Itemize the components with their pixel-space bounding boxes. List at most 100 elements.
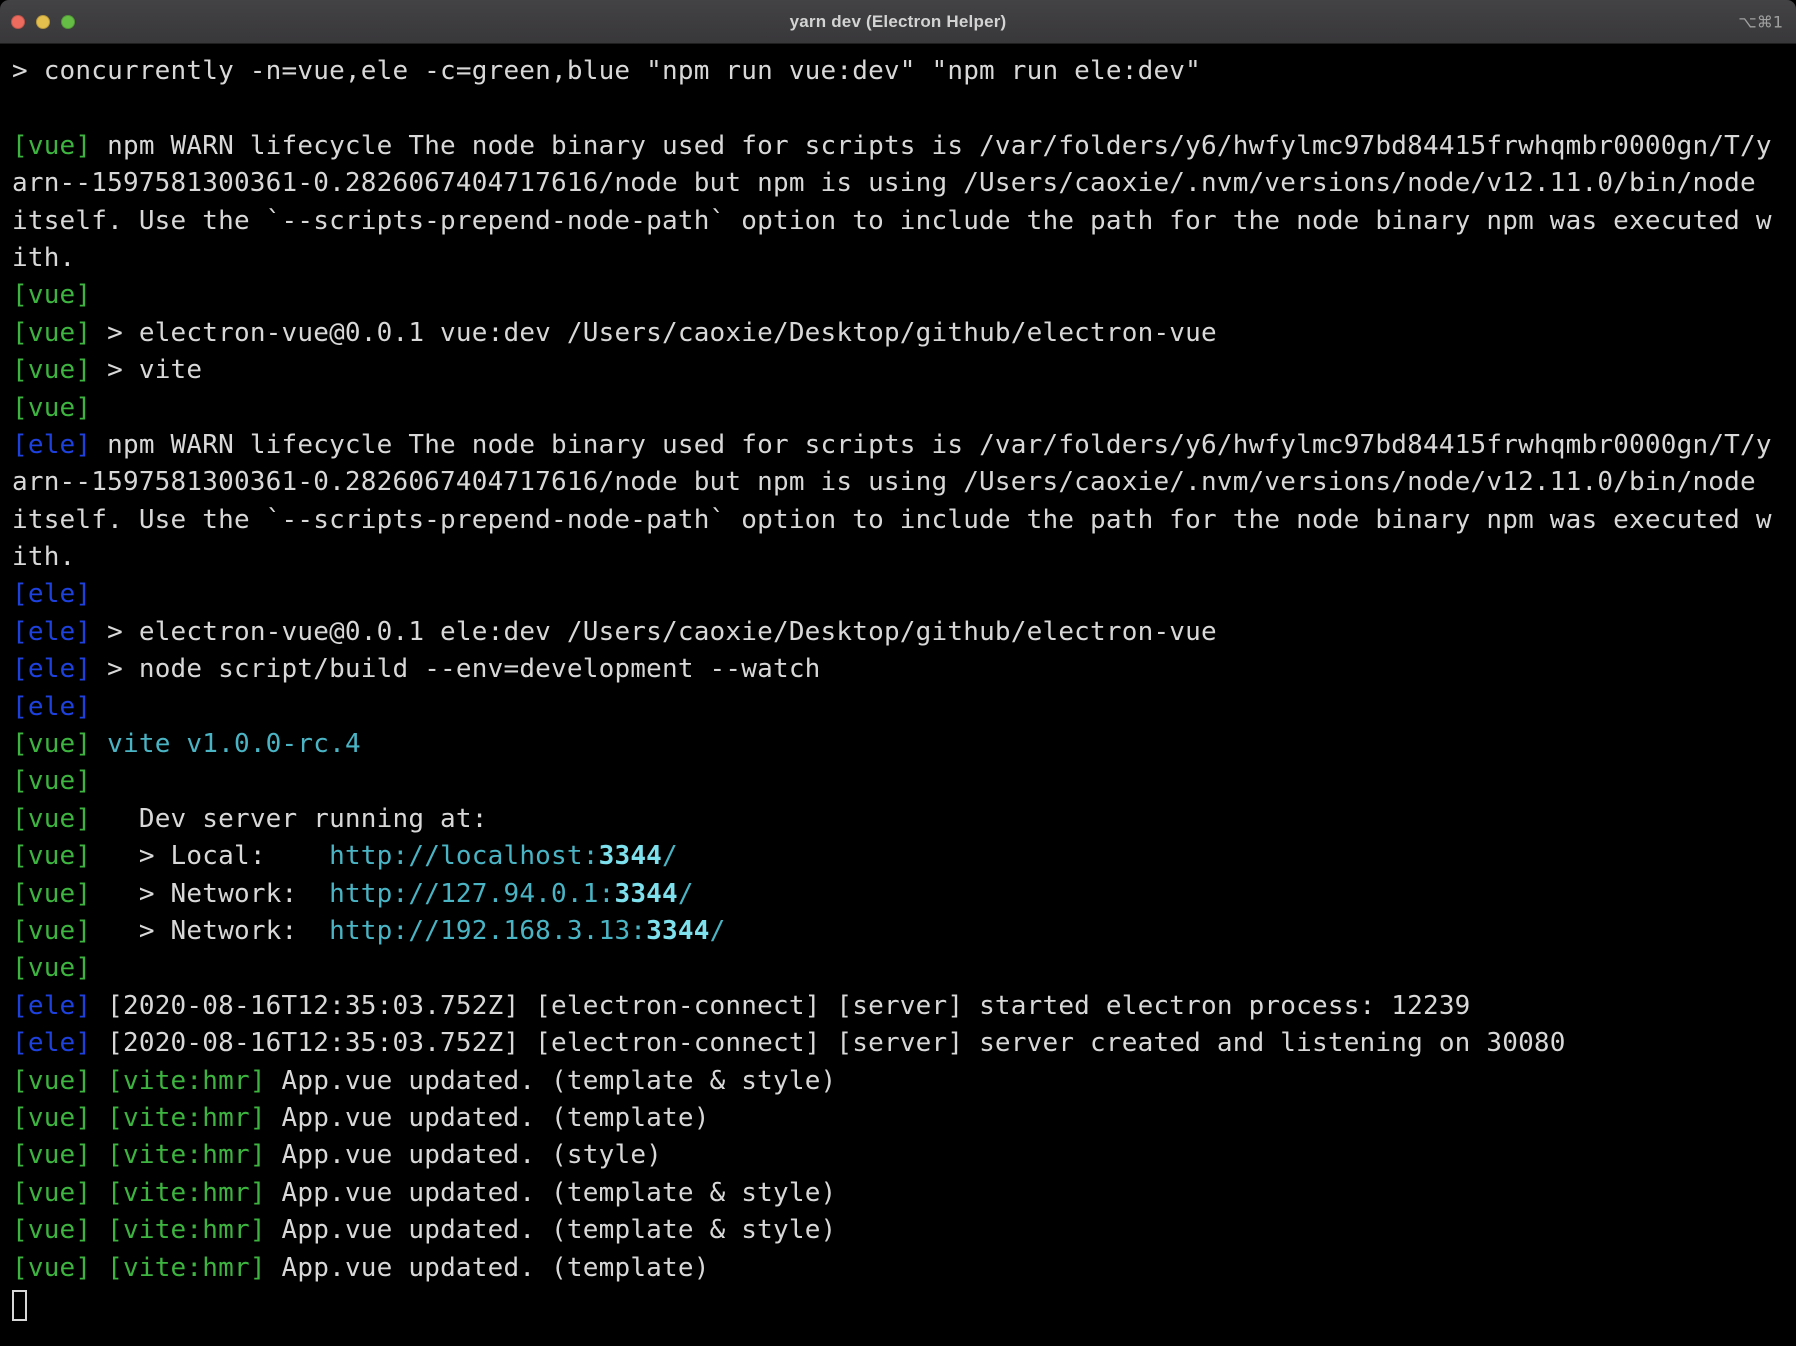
terminal-text-segment: [vue] <box>12 804 91 834</box>
terminal-text-segment: arn--1597581300361-0.2826067404717616/no… <box>12 467 1756 497</box>
terminal-text-segment: > Network: <box>91 916 329 946</box>
terminal-text-segment: > node script/build --env=development --… <box>91 654 820 684</box>
terminal-text-segment: [vue] <box>12 841 91 871</box>
terminal-text-segment: [vue] <box>12 1140 91 1170</box>
terminal-text-segment <box>91 1066 107 1096</box>
terminal-text-segment: [2020-08-16T12:35:03.752Z] [electron-con… <box>91 991 1470 1021</box>
terminal-text-segment: http://192.168.3.13: <box>329 916 646 946</box>
terminal-text-segment: 3344 <box>646 916 709 946</box>
terminal-text-segment: > electron-vue@0.0.1 vue:dev /Users/caox… <box>91 318 1217 348</box>
terminal-line: [vue] [vite:hmr] App.vue updated. (templ… <box>12 1212 1796 1249</box>
terminal-text-segment <box>91 1103 107 1133</box>
terminal-line: [vue] [vite:hmr] App.vue updated. (style… <box>12 1137 1796 1174</box>
terminal-output[interactable]: > concurrently -n=vue,ele -c=green,blue … <box>0 44 1796 1346</box>
terminal-text-segment: npm WARN lifecycle The node binary used … <box>91 131 1771 161</box>
terminal-text-segment: [vue] <box>12 1253 91 1283</box>
terminal-text-segment: [vite:hmr] <box>107 1215 266 1245</box>
terminal-text-segment: [ele] <box>12 1028 91 1058</box>
terminal-line: [vue] <box>12 763 1796 800</box>
terminal-text-segment: [ele] <box>12 654 91 684</box>
terminal-text-segment <box>91 729 107 759</box>
title-bar: yarn dev (Electron Helper) ⌥⌘1 <box>0 0 1796 44</box>
terminal-text-segment: ith. <box>12 243 75 273</box>
terminal-text-segment: App.vue updated. (template & style) <box>266 1066 837 1096</box>
terminal-text-segment: App.vue updated. (template) <box>266 1253 710 1283</box>
terminal-text-segment: > electron-vue@0.0.1 ele:dev /Users/caox… <box>91 617 1217 647</box>
terminal-cursor-line <box>12 1287 1796 1324</box>
terminal-line: [vue] [vite:hmr] App.vue updated. (templ… <box>12 1175 1796 1212</box>
terminal-line: [vue] > Local: http://localhost:3344/ <box>12 838 1796 875</box>
terminal-line: [vue] > electron-vue@0.0.1 vue:dev /User… <box>12 315 1796 352</box>
terminal-line: [vue] <box>12 950 1796 987</box>
terminal-line: [vue] <box>12 277 1796 314</box>
terminal-text-segment: App.vue updated. (template & style) <box>266 1178 837 1208</box>
terminal-text-segment: [vue] <box>12 916 91 946</box>
terminal-text-segment: [vue] <box>12 280 91 310</box>
terminal-text-segment: [ele] <box>12 692 91 722</box>
terminal-text-segment: App.vue updated. (style) <box>266 1140 662 1170</box>
terminal-line: [ele] [2020-08-16T12:35:03.752Z] [electr… <box>12 1025 1796 1062</box>
terminal-text-segment: Dev server running at: <box>91 804 487 834</box>
terminal-line: [ele] > electron-vue@0.0.1 ele:dev /User… <box>12 614 1796 651</box>
terminal-text-segment: arn--1597581300361-0.2826067404717616/no… <box>12 168 1756 198</box>
keyboard-shortcut-badge: ⌥⌘1 <box>1738 12 1783 31</box>
terminal-text-segment: [vite:hmr] <box>107 1140 266 1170</box>
terminal-text-segment: App.vue updated. (template) <box>266 1103 710 1133</box>
terminal-text-segment: [ele] <box>12 430 91 460</box>
terminal-text-segment: [vue] <box>12 318 91 348</box>
terminal-text-segment: App.vue updated. (template & style) <box>266 1215 837 1245</box>
terminal-text-segment <box>91 1253 107 1283</box>
terminal-text-segment: [vite:hmr] <box>107 1066 266 1096</box>
terminal-text-segment: [vue] <box>12 131 91 161</box>
terminal-line: [ele] > node script/build --env=developm… <box>12 651 1796 688</box>
terminal-text-segment: [ele] <box>12 617 91 647</box>
terminal-text-segment: [vite:hmr] <box>107 1103 266 1133</box>
terminal-text-segment: / <box>662 841 678 871</box>
terminal-line: [vue] > Network: http://127.94.0.1:3344/ <box>12 876 1796 913</box>
terminal-text-segment: http://localhost: <box>329 841 599 871</box>
traffic-lights <box>11 0 75 43</box>
terminal-line <box>12 90 1796 127</box>
terminal-text-segment: [ele] <box>12 991 91 1021</box>
close-button[interactable] <box>11 15 25 29</box>
terminal-line: [ele] <box>12 576 1796 613</box>
terminal-text-segment: > Network: <box>91 879 329 909</box>
terminal-text-segment <box>91 1178 107 1208</box>
terminal-text-segment: itself. Use the `--scripts-prepend-node-… <box>12 206 1772 236</box>
terminal-text-segment: [vue] <box>12 729 91 759</box>
zoom-button[interactable] <box>61 15 75 29</box>
terminal-text-segment: > Local: <box>91 841 329 871</box>
terminal-text-segment: [vue] <box>12 879 91 909</box>
terminal-line: ith. <box>12 539 1796 576</box>
terminal-text-segment: [vue] <box>12 1066 91 1096</box>
terminal-line: [vue] vite v1.0.0-rc.4 <box>12 726 1796 763</box>
window-title: yarn dev (Electron Helper) <box>790 12 1007 32</box>
terminal-text-segment: ith. <box>12 542 75 572</box>
terminal-line: arn--1597581300361-0.2826067404717616/no… <box>12 464 1796 501</box>
terminal-line: [vue] Dev server running at: <box>12 801 1796 838</box>
terminal-text-segment: / <box>710 916 726 946</box>
terminal-line: [ele] [2020-08-16T12:35:03.752Z] [electr… <box>12 988 1796 1025</box>
terminal-line: [vue] npm WARN lifecycle The node binary… <box>12 128 1796 165</box>
terminal-text-segment <box>91 1215 107 1245</box>
terminal-line: [ele] npm WARN lifecycle The node binary… <box>12 427 1796 464</box>
terminal-line: arn--1597581300361-0.2826067404717616/no… <box>12 165 1796 202</box>
terminal-text-segment: / <box>678 879 694 909</box>
terminal-text-segment: npm WARN lifecycle The node binary used … <box>91 430 1771 460</box>
terminal-text-segment: 3344 <box>599 841 662 871</box>
terminal-cursor <box>12 1290 27 1321</box>
terminal-text-segment: [vite:hmr] <box>107 1253 266 1283</box>
terminal-line: itself. Use the `--scripts-prepend-node-… <box>12 203 1796 240</box>
terminal-line: [ele] <box>12 689 1796 726</box>
terminal-text-segment: vite v1.0.0-rc.4 <box>107 729 361 759</box>
terminal-text-segment: 3344 <box>614 879 677 909</box>
minimize-button[interactable] <box>36 15 50 29</box>
terminal-line: [vue] [vite:hmr] App.vue updated. (templ… <box>12 1250 1796 1287</box>
terminal-line: [vue] > vite <box>12 352 1796 389</box>
terminal-text-segment: > vite <box>91 355 202 385</box>
terminal-text-segment: [vue] <box>12 393 91 423</box>
terminal-text-segment: [vue] <box>12 1215 91 1245</box>
terminal-line: itself. Use the `--scripts-prepend-node-… <box>12 502 1796 539</box>
terminal-line: [vue] > Network: http://192.168.3.13:334… <box>12 913 1796 950</box>
terminal-text-segment: > concurrently -n=vue,ele -c=green,blue … <box>12 56 1201 86</box>
